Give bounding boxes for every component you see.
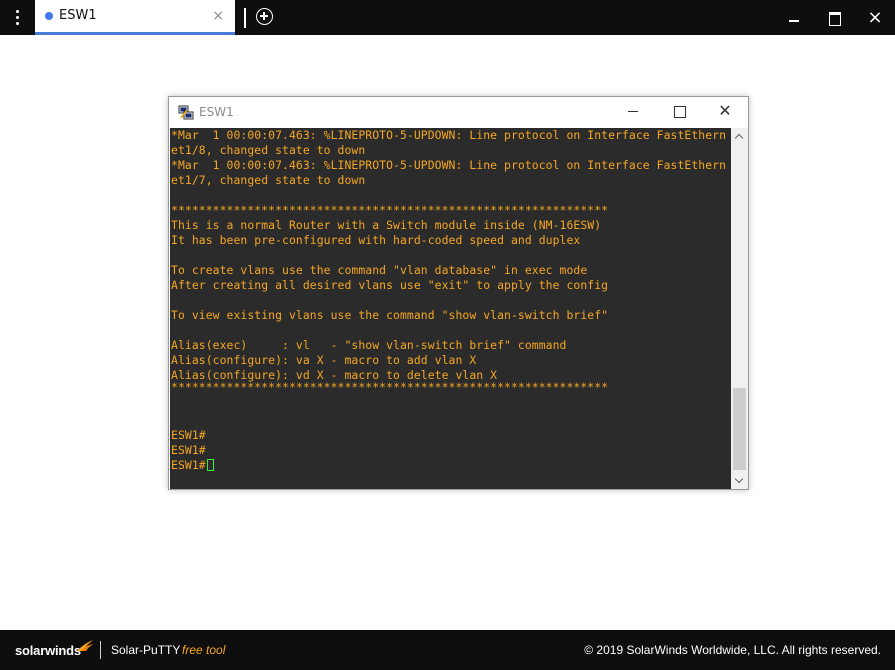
putty-maximize-icon[interactable] — [656, 97, 702, 127]
scroll-thumb[interactable] — [733, 388, 746, 470]
terminal-line: Alias(exec) : vl - "show vlan-switch bri… — [171, 338, 567, 352]
terminal-line: ****************************************… — [171, 203, 609, 217]
terminal-output[interactable]: *Mar 1 00:00:07.463: %LINEPROTO-5-UPDOWN… — [170, 128, 731, 489]
text-cursor — [206, 459, 214, 471]
flame-icon — [77, 640, 93, 651]
putty-minimize-icon[interactable] — [610, 97, 656, 127]
scroll-up-icon[interactable] — [731, 128, 748, 145]
putty-window: ESW1 ✕ *Mar 1 00:00:07.463: %LINEPROTO-5… — [168, 96, 749, 490]
more-vert-icon[interactable] — [0, 0, 35, 35]
terminal-line: *Mar 1 00:00:07.463: %LINEPROTO-5-UPDOWN… — [171, 128, 727, 142]
terminal-line: et1/8, changed state to down — [171, 143, 366, 157]
maximize-icon[interactable] — [815, 0, 855, 35]
tab-esw1[interactable]: ESW1 × — [35, 0, 235, 35]
terminal-line: It has been pre-configured with hard-cod… — [171, 233, 581, 247]
dot-icon — [45, 12, 53, 20]
terminal-prompt-line: ESW1# — [171, 458, 214, 473]
close-icon[interactable]: × — [855, 0, 895, 35]
minimize-icon[interactable] — [775, 0, 815, 35]
putty-icon — [178, 105, 194, 120]
terminal-line: This is a normal Router with a Switch mo… — [171, 218, 602, 232]
terminal-line: ESW1# — [171, 428, 206, 442]
terminal-line: ESW1# — [171, 443, 206, 457]
tab-bar: ESW1 × × — [0, 0, 895, 35]
solarwinds-logo: solarwinds — [15, 643, 81, 658]
terminal-scrollbar[interactable] — [731, 128, 748, 489]
putty-title: ESW1 — [199, 105, 234, 119]
product-name: Solar-PuTTY — [111, 643, 181, 657]
terminal-line: *Mar 1 00:00:07.463: %LINEPROTO-5-UPDOWN… — [171, 158, 727, 172]
footer: solarwinds Solar-PuTTY free tool © 2019 … — [0, 630, 895, 670]
putty-close-icon[interactable]: ✕ — [702, 97, 748, 127]
add-circle-icon[interactable] — [256, 8, 273, 25]
terminal-prompt: ESW1# — [171, 458, 206, 472]
copyright: © 2019 SolarWinds Worldwide, LLC. All ri… — [584, 643, 881, 657]
scroll-down-icon[interactable] — [731, 472, 748, 489]
tab-close-icon[interactable]: × — [212, 8, 224, 24]
terminal-line: To create vlans use the command "vlan da… — [171, 263, 588, 277]
terminal-line: To view existing vlans use the command "… — [171, 308, 609, 322]
tab-label: ESW1 — [59, 8, 97, 23]
terminal-line: ****************************************… — [171, 380, 609, 394]
product-tag[interactable]: free tool — [182, 643, 225, 657]
footer-divider — [100, 641, 101, 659]
terminal-line: After creating all desired vlans use "ex… — [171, 278, 609, 292]
tab-divider — [244, 8, 246, 28]
terminal-line: Alias(configure): va X - macro to add vl… — [171, 353, 477, 367]
putty-title-bar[interactable]: ESW1 ✕ — [169, 97, 748, 128]
terminal-line: et1/7, changed state to down — [171, 173, 366, 187]
